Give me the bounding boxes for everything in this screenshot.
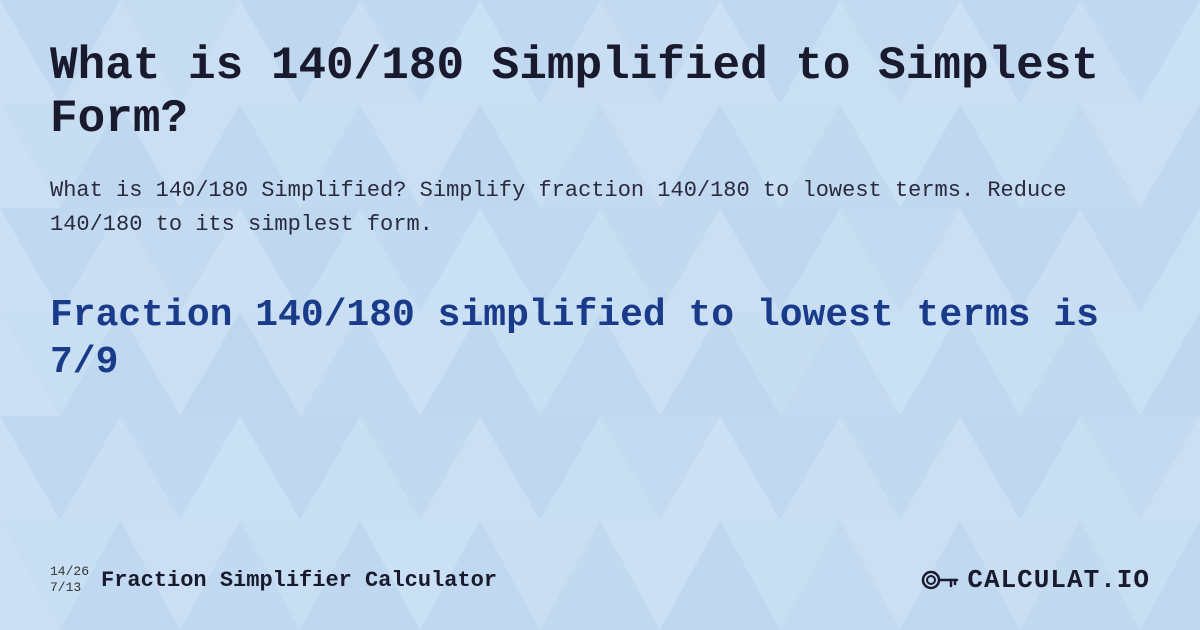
description-text: What is 140/180 Simplified? Simplify fra… — [50, 174, 1150, 242]
footer-title: Fraction Simplifier Calculator — [101, 568, 497, 593]
logo-text: CALCULAT.IO — [967, 565, 1150, 595]
footer-fraction-2: 7/13 — [50, 580, 89, 596]
footer: 14/26 7/13 Fraction Simplifier Calculato… — [50, 550, 1150, 600]
logo-icon — [919, 560, 959, 600]
result-section: Fraction 140/180 simplified to lowest te… — [50, 292, 1150, 550]
footer-logo: CALCULAT.IO — [919, 560, 1150, 600]
result-text: Fraction 140/180 simplified to lowest te… — [50, 292, 1150, 387]
footer-fraction-1: 14/26 — [50, 564, 89, 580]
footer-fractions: 14/26 7/13 — [50, 564, 89, 595]
page-title: What is 140/180 Simplified to Simplest F… — [50, 40, 1150, 146]
